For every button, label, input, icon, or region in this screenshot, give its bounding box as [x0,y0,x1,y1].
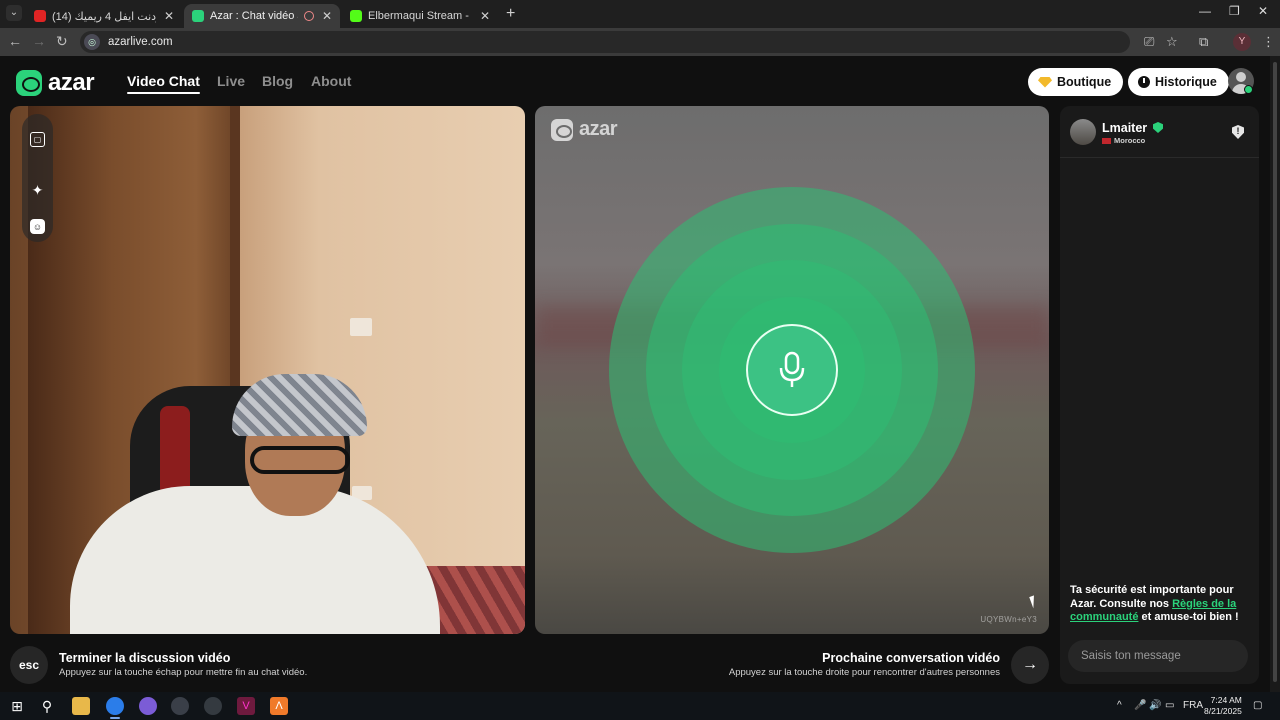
verified-badge-icon [1153,122,1163,133]
close-tab-icon[interactable]: ✕ [480,9,490,23]
reload-icon[interactable]: ↻ [56,33,68,50]
tray-volume-icon[interactable]: 🔊 [1149,700,1161,711]
peer-country: Morocco [1114,136,1146,145]
nav-video-chat[interactable]: Video Chat [127,73,200,94]
minimize-icon[interactable]: — [1199,4,1211,18]
end-chat-button[interactable]: esc [10,646,48,684]
effects-frame-icon[interactable]: ▢ [30,132,45,147]
page-scrollbar[interactable] [1270,56,1280,692]
tab-azar[interactable]: Azar : Chat vidéo avec de nouvelles pers… [184,4,340,28]
search-icon[interactable]: ⚲ [38,697,56,715]
arrow-right-icon: → [1022,656,1038,673]
diamond-icon [1038,76,1052,88]
youtube-favicon-icon [34,10,46,22]
tab-search-chevron-icon[interactable]: ⌄ [6,5,22,21]
windows-taskbar: ⊞ ⚲ V Λ ^ 🎤 🔊 ▭ FRA 7:24 AM 8/21/2025 ▢ [0,692,1280,720]
extensions-puzzle-icon[interactable]: ⧉ [1199,34,1208,50]
cast-icon[interactable]: ⎚ [1144,34,1154,50]
azar-logo-icon [551,118,573,141]
browser-toolbar: ← → ↻ ◎ azarlive.com ⎚ ☆ ⧉ Y ⋮ [0,28,1280,56]
azar-page: azar Video Chat Live Blog About Boutique… [0,56,1280,692]
address-bar[interactable]: ◎ azarlive.com [80,31,1130,53]
tab-youtube[interactable]: (14) تختيم ريزدنت ايفل 4 ريميك - ✕ [26,4,182,28]
chrome-icon[interactable] [106,697,124,719]
forward-arrow-icon[interactable]: → [32,33,46,49]
next-chat-title: Prochaine conversation vidéo [822,651,1000,665]
boutique-button[interactable]: Boutique [1028,68,1124,96]
peer-name: Lmaiter [1102,121,1148,135]
obs-icon[interactable] [204,697,222,715]
nav-blog[interactable]: Blog [262,73,293,89]
back-arrow-icon[interactable]: ← [8,33,22,49]
close-window-icon[interactable]: ✕ [1258,4,1268,18]
remote-video: azar UQYBWn+eY3 [535,106,1049,634]
notifications-icon[interactable]: ▢ [1253,700,1262,711]
close-tab-icon[interactable]: ✕ [164,9,174,23]
azar-logo[interactable]: azar [16,69,95,97]
chat-header: Lmaiter Morocco ! [1060,106,1259,158]
historique-button[interactable]: Historique [1128,68,1229,96]
azar-favicon-icon [192,10,204,22]
restore-icon[interactable]: ❐ [1229,4,1240,18]
file-explorer-icon[interactable] [72,697,90,715]
next-chat-button[interactable]: → [1011,646,1049,684]
microphone-icon [779,351,805,387]
report-shield-icon[interactable]: ! [1232,125,1244,139]
close-tab-icon[interactable]: ✕ [322,9,332,23]
face-mask-icon[interactable]: ☺ [30,219,45,234]
end-chat-title: Terminer la discussion vidéo [59,651,231,665]
editor-app-icon[interactable]: V [237,697,255,715]
safety-notice: Ta sécurité est importante pour Azar. Co… [1070,584,1239,623]
site-info-icon[interactable]: ◎ [84,34,100,50]
recording-icon [303,11,314,21]
steam-icon[interactable] [171,697,189,715]
scene-person [70,486,440,634]
morocco-flag-icon [1102,138,1111,144]
windows-start-icon[interactable]: ⊞ [8,697,26,715]
message-input[interactable] [1068,640,1248,672]
nav-live[interactable]: Live [217,73,245,89]
tray-chevron-icon[interactable]: ^ [1117,700,1122,711]
new-tab-plus-icon[interactable]: + [506,5,515,23]
clock-icon [1138,76,1150,88]
session-watermark: UQYBWn+eY3 [980,615,1037,624]
sparkle-filter-icon[interactable]: ✦ [30,182,45,198]
profile-avatar[interactable]: Y [1233,33,1251,51]
remote-azar-logo: azar [551,118,618,141]
azar-logo-icon [16,70,42,96]
tray-microphone-icon[interactable]: 🎤 [1134,700,1146,711]
kick-favicon-icon [350,10,362,22]
tray-network-icon[interactable]: ▭ [1165,700,1174,711]
app-a-icon[interactable]: Λ [270,697,288,715]
menu-kebab-icon[interactable]: ⋮ [1262,34,1275,50]
online-status-dot [1244,85,1253,94]
tab-kick[interactable]: Elbermaqui Stream - Kick Dashboard ✕ [342,4,498,28]
next-chat-subtitle: Appuyez sur la touche droite pour rencon… [728,667,1000,678]
language-indicator[interactable]: FRA [1183,700,1203,711]
bookmark-star-icon[interactable]: ☆ [1166,34,1178,50]
nav-about[interactable]: About [311,73,351,89]
end-chat-subtitle: Appuyez sur la touche échap pour mettre … [59,667,308,678]
chat-panel: Lmaiter Morocco ! Ta sécurité est import… [1060,106,1259,684]
video-tools-panel: ▢ ✦ ☺ [22,114,53,242]
local-video [10,106,525,634]
browser-tab-strip: ⌄ (14) تختيم ريزدنت ايفل 4 ريميك - ✕ Aza… [0,0,1280,28]
system-clock[interactable]: 7:24 AM 8/21/2025 [1204,695,1242,717]
peer-avatar[interactable] [1070,119,1096,145]
discord-icon[interactable] [139,697,157,715]
